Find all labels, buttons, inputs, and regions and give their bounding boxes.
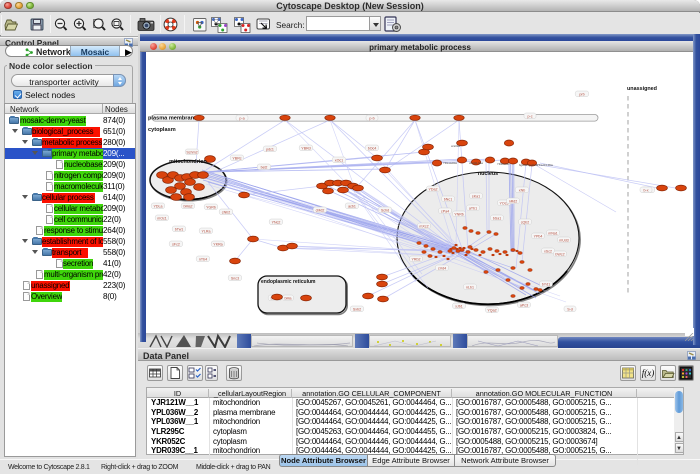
svg-text:YKRa: YKRa [213, 242, 222, 246]
svg-text:bgw04-Qsr02w: bgw04-Qsr02w [519, 163, 539, 167]
svg-text:cMd2: cMd2 [316, 208, 325, 212]
svg-text:cNb2: cNb2 [222, 210, 230, 214]
svg-text:Schm2: Schm2 [186, 150, 197, 154]
svg-text:YDLa: YDLa [154, 204, 163, 208]
svg-text:xcs01w: xcs01w [451, 144, 461, 148]
svg-text:YPb4: YPb4 [534, 234, 543, 238]
svg-text:mitochondrion: mitochondrion [169, 159, 207, 165]
svg-text:mNa1: mNa1 [548, 231, 558, 235]
svg-text:xNb: xNb [519, 188, 525, 192]
svg-text:cQb2: cQb2 [521, 220, 530, 224]
svg-text:mXc2: mXc2 [419, 224, 428, 228]
svg-text:YDa2: YDa2 [429, 187, 438, 191]
svg-text:cytoplasm: cytoplasm [148, 127, 176, 133]
svg-text:mUd3: mUd3 [559, 238, 569, 242]
svg-text:YBRd: YBRd [301, 146, 310, 150]
svg-text:bWc2: bWc2 [555, 252, 564, 256]
svg-text:bNc1: bNc1 [444, 197, 452, 201]
svg-text:prb: prb [579, 92, 584, 96]
svg-text:YNc2: YNc2 [272, 220, 281, 224]
svg-text:YKLc03-06w: YKLc03-06w [537, 163, 554, 167]
svg-text:bTw1: bTw1 [175, 227, 184, 231]
svg-text:YGRb: YGRb [206, 205, 216, 209]
svg-text:YNRb: YNRb [454, 212, 464, 216]
svg-text:acb1: acb1 [348, 204, 356, 208]
svg-text:YRb2: YRb2 [412, 257, 421, 261]
svg-text:xbw02-04w: xbw02-04w [469, 161, 484, 165]
svg-text:aTb1: aTb1 [469, 206, 477, 210]
svg-text:bYd1: bYd1 [542, 282, 550, 286]
svg-text:sKa1: sKa1 [472, 194, 480, 198]
svg-text:bMa2: bMa2 [184, 204, 193, 208]
svg-text:YLRa: YLRa [202, 229, 211, 233]
svg-text:xSc2: xSc2 [544, 249, 552, 253]
svg-text:nRd2: nRd2 [509, 199, 518, 203]
svg-text:pdc1: pdc1 [266, 147, 274, 151]
svg-text:S-d: S-d [567, 307, 573, 311]
svg-text:unassigned: unassigned [627, 86, 657, 92]
svg-text:aPc3: aPc3 [520, 303, 528, 307]
svg-text:xOc1: xOc1 [335, 158, 343, 162]
svg-text:bel2: bel2 [261, 165, 268, 169]
svg-text:nTb4: nTb4 [199, 257, 207, 261]
svg-text:YBRc: YBRc [232, 156, 241, 160]
svg-text:b-x: b-x [644, 188, 649, 192]
svg-text:nLb1: nLb1 [466, 285, 474, 289]
svg-text:YQa2: YQa2 [487, 308, 496, 312]
svg-text:Snc3: Snc3 [231, 276, 239, 280]
svg-text:plasma membrane: plasma membrane [148, 116, 197, 122]
svg-text:p-a: p-a [239, 116, 244, 120]
svg-text:Sxb2: Sxb2 [353, 307, 361, 311]
svg-text:p-c: p-c [528, 114, 533, 118]
svg-text:cVd4: cVd4 [438, 266, 446, 270]
svg-text:mOc1: mOc1 [157, 216, 167, 220]
svg-text:sFc2: sFc2 [172, 242, 180, 246]
svg-text:cPa4: cPa4 [441, 209, 449, 213]
svg-text:YDRm01c: YDRm01c [497, 162, 510, 166]
svg-text:p-b: p-b [369, 116, 374, 120]
svg-text:Schd: Schd [381, 208, 389, 212]
svg-text:bSa1: bSa1 [493, 216, 501, 220]
svg-text:bMa: bMa [285, 296, 292, 300]
svg-text:xJb1: xJb1 [455, 304, 463, 308]
svg-text:endoplasmic reticulum: endoplasmic reticulum [261, 279, 316, 285]
svg-text:YDLsw04w: YDLsw04w [443, 161, 458, 165]
svg-text:nucleus: nucleus [478, 171, 498, 177]
svg-text:bOc4: bOc4 [368, 146, 377, 150]
